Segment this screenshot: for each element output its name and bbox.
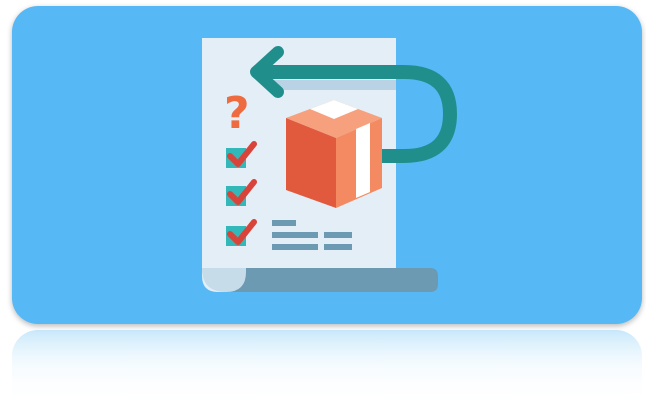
reflection-fade — [12, 330, 642, 410]
card-reflection — [12, 330, 642, 410]
stage: ? — [0, 0, 646, 410]
box-tape-side — [356, 123, 370, 198]
paper-roll-shadow — [218, 268, 438, 292]
illustration-card: ? — [12, 6, 642, 324]
question-mark-icon: ? — [224, 88, 250, 139]
return-product-illustration: ? — [202, 38, 458, 292]
package-box-icon — [286, 100, 382, 208]
